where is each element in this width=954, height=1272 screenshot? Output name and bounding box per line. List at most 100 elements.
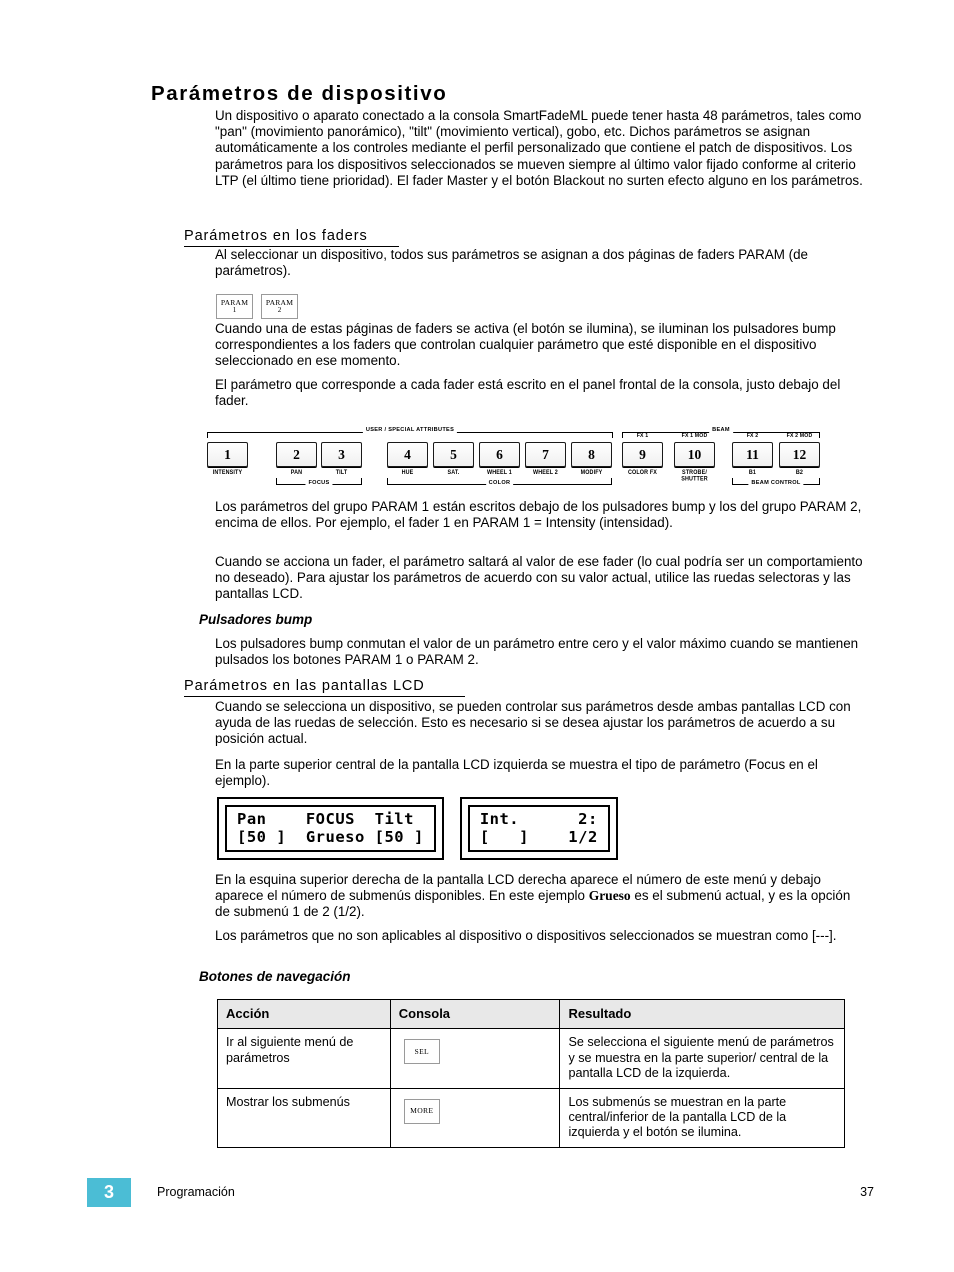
bump-button-4[interactable]: 4 <box>387 442 428 467</box>
row-2-console: MORE <box>389 1087 561 1148</box>
fader-3-param1-label: TILT <box>335 469 348 476</box>
bracket-cap-right <box>819 432 820 438</box>
footer-section-title: Programación <box>157 1185 235 1199</box>
fader-6-param1-label: WHEEL 1 <box>487 469 512 476</box>
fader-5-param1-label: SAT. <box>447 469 460 476</box>
fader-11[interactable]: FX 2 11 B1 <box>732 433 773 476</box>
table-header-row: Acción Consola Resultado <box>217 998 845 1030</box>
param-2-button[interactable]: PARAM 2 <box>261 294 298 319</box>
fader-12-param1-label: B2 <box>795 469 804 476</box>
bump-button-6[interactable]: 6 <box>479 442 520 467</box>
row-2-result: Los submenús se muestran en la parte cen… <box>559 1087 845 1148</box>
fader-6[interactable]: 6 WHEEL 1 <box>479 442 520 476</box>
faders-paragraph-1: Al seleccionar un dispositivo, todos sus… <box>215 247 808 279</box>
faders-paragraph-4: Los parámetros del grupo PARAM 1 están e… <box>215 499 862 531</box>
lcd-screens-figure: Pan FOCUS Tilt [50 ] Grueso [50 ] Int. 2:… <box>217 797 618 860</box>
fader-7-param1-label: WHEEL 2 <box>533 469 558 476</box>
navigation-buttons-table: Acción Consola Resultado Ir al siguiente… <box>217 998 845 1148</box>
bracket-cap-left <box>387 478 388 484</box>
group-beam-control-label: BEAM CONTROL <box>748 480 804 486</box>
fader-2-param1-label: PAN <box>290 469 303 476</box>
lcd-right-line1: Int. 2: <box>479 810 598 828</box>
table-header-consola: Consola <box>389 998 561 1030</box>
bump-button-12[interactable]: 12 <box>779 442 820 467</box>
group-focus: FOCUS <box>276 478 362 493</box>
bump-button-7[interactable]: 7 <box>525 442 566 467</box>
bump-button-8[interactable]: 8 <box>571 442 612 467</box>
group-color: COLOR <box>387 478 612 493</box>
more-button[interactable]: MORE <box>403 1098 440 1124</box>
faders-paragraph-3: El parámetro que corresponde a cada fade… <box>215 377 841 409</box>
lcd-left-content: Pan FOCUS Tilt [50 ] Grueso [50 ] <box>225 805 436 852</box>
lcd-paragraph-3: En la esquina superior derecha de la pan… <box>215 872 867 921</box>
bump-button-1[interactable]: 1 <box>207 442 248 467</box>
table-row: Ir al siguiente menú de parámetros SEL S… <box>217 1028 845 1089</box>
group-focus-label: FOCUS <box>305 480 333 486</box>
bump-button-2[interactable]: 2 <box>276 442 317 467</box>
bump-button-5[interactable]: 5 <box>433 442 474 467</box>
fader-1-param1-label: INTENSITY <box>212 469 243 476</box>
bump-paragraph-1: Los pulsadores bump conmutan el valor de… <box>215 636 859 668</box>
row-2-action: Mostrar los submenús <box>217 1087 391 1148</box>
fader-2[interactable]: 2 PAN <box>276 442 317 476</box>
bump-button-3[interactable]: 3 <box>321 442 362 467</box>
fader-12-param2-label: FX 2 MOD <box>786 433 813 439</box>
faders-paragraph-2: Cuando una de estas páginas de faders se… <box>215 321 836 369</box>
lcd-right-line2: [ ] 1/2 <box>479 828 598 846</box>
row-1-action: Ir al siguiente menú de parámetros <box>217 1028 391 1089</box>
bracket-cap-right <box>612 432 613 438</box>
lcd-right-content: Int. 2:[ ] 1/2 <box>467 805 610 852</box>
bracket-cap-left <box>207 432 208 438</box>
lcd-paragraph-1: Cuando se selecciona un dispositivo, se … <box>215 699 851 747</box>
fader-10[interactable]: FX 1 MOD 10 STROBE/SHUTTER <box>674 433 715 482</box>
bracket-cap-right <box>611 478 612 484</box>
bump-button-9[interactable]: 9 <box>622 442 663 467</box>
document-page: Parámetros de dispositivo Un dispositivo… <box>0 0 954 1272</box>
param-2-label-line1: PARAM <box>265 297 294 307</box>
group-user-special-attributes: USER / SPECIAL ATTRIBUTES <box>207 424 613 438</box>
lcd-screen-right: Int. 2:[ ] 1/2 <box>459 797 618 860</box>
fader-3[interactable]: 3 TILT <box>321 442 362 476</box>
table-header-resultado: Resultado <box>559 998 845 1030</box>
fader-5[interactable]: 5 SAT. <box>433 442 474 476</box>
bracket-cap-left <box>732 478 733 484</box>
fader-4-param1-label: HUE <box>401 469 414 476</box>
sel-button[interactable]: SEL <box>403 1039 440 1065</box>
bracket-cap-right <box>361 478 362 484</box>
fader-8[interactable]: 8 MODIFY <box>571 442 612 476</box>
group-beam-control: BEAM CONTROL <box>732 478 820 493</box>
heading-parametros-faders: Parámetros en los faders <box>184 228 399 247</box>
group-beam: BEAM <box>622 424 820 438</box>
lcd-screen-left: Pan FOCUS Tilt [50 ] Grueso [50 ] <box>217 797 444 860</box>
fader-9-param1-label: COLOR FX <box>627 469 658 476</box>
bracket-cap-left <box>276 478 277 484</box>
fader-9[interactable]: FX 1 9 COLOR FX <box>622 433 663 476</box>
fader-11-param2-label: FX 2 <box>746 433 759 439</box>
fader-1[interactable]: 1 INTENSITY <box>207 442 248 476</box>
faders-paragraph-5: Cuando se acciona un fader, el parámetro… <box>215 554 863 602</box>
fader-8-param1-label: MODIFY <box>580 469 603 476</box>
param-1-label-line2: 1 <box>232 306 237 315</box>
lcd-left-line1: Pan FOCUS Tilt <box>237 810 414 828</box>
chapter-number-badge: 3 <box>87 1178 131 1207</box>
bracket-cap-right <box>819 478 820 484</box>
lcd-left-line2: [50 ] Grueso [50 ] <box>237 828 424 846</box>
param-1-button[interactable]: PARAM 1 <box>216 294 253 319</box>
fader-7[interactable]: 7 WHEEL 2 <box>525 442 566 476</box>
row-1-result: Se selecciona el siguiente menú de parám… <box>559 1028 845 1089</box>
fader-9-param2-label: FX 1 <box>636 433 649 439</box>
row-1-console: SEL <box>389 1028 561 1089</box>
group-user-special-attributes-label: USER / SPECIAL ATTRIBUTES <box>362 427 458 433</box>
param-1-label-line1: PARAM <box>220 297 249 307</box>
fader-4[interactable]: 4 HUE <box>387 442 428 476</box>
footer-page-number: 37 <box>860 1185 874 1199</box>
bump-button-11[interactable]: 11 <box>732 442 773 467</box>
lcd-paragraph-3-emphasis: Grueso <box>588 888 631 904</box>
heading-pulsadores-bump: Pulsadores bump <box>199 612 313 627</box>
fader-12[interactable]: FX 2 MOD 12 B2 <box>779 433 820 476</box>
param-2-label-line2: 2 <box>277 306 282 315</box>
console-fader-diagram: 1 INTENSITY 2 PAN 3 TILT 4 HUE 5 SAT. 6 WHEEL 1 7 WHE… <box>199 420 820 488</box>
bump-button-10[interactable]: 10 <box>674 442 715 467</box>
param-buttons-group: PARAM 1 PARAM 2 <box>216 294 298 319</box>
page-title: Parámetros de dispositivo <box>151 82 448 105</box>
